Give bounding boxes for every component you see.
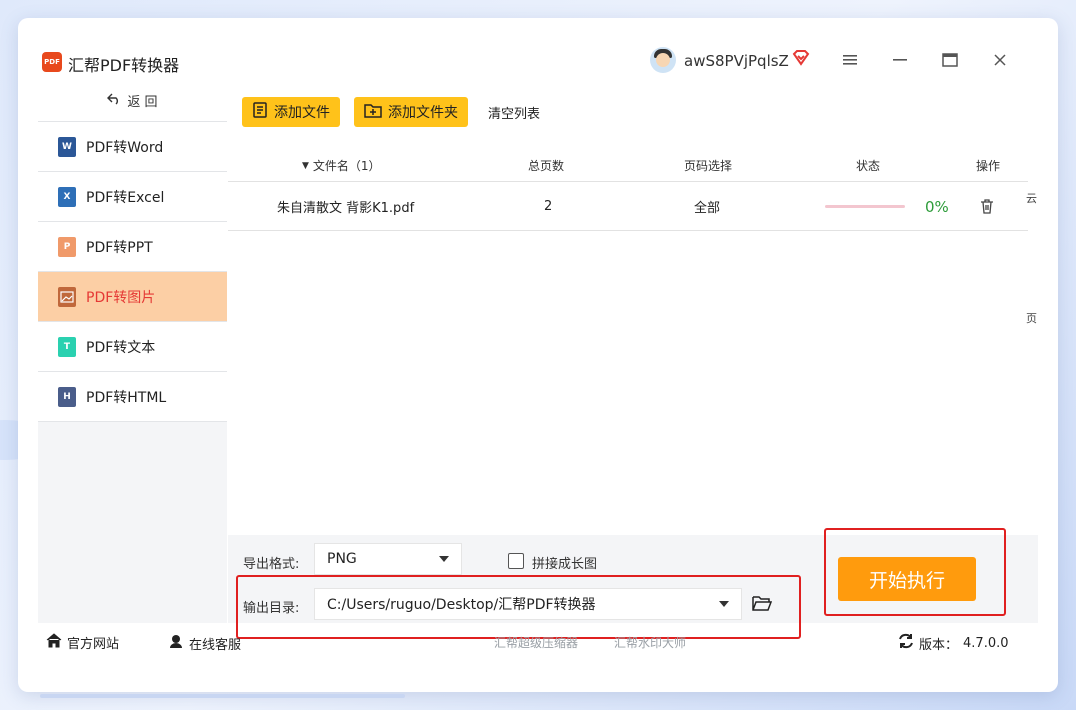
support-label: 在线客服 [189, 637, 242, 653]
back-label: 返 回 [127, 95, 158, 110]
sidebar-item-html[interactable]: H PDF转HTML [38, 372, 227, 422]
headset-icon [168, 633, 184, 653]
format-value: PNG [327, 551, 357, 567]
format-label: 导出格式: [243, 557, 300, 572]
app-window: PDF 汇帮PDF转换器 awS8PVjPqlsZ 返 回 W PDF转Word… [18, 18, 1058, 692]
home-icon [46, 633, 62, 652]
main-panel: 添加文件 添加文件夹 清空列表 ▼ 文件名（1） 总页数 页码选择 状态 操作 … [228, 80, 1038, 639]
header-action: 操作 [976, 159, 1001, 173]
username[interactable]: awS8PVjPqlsZ [684, 52, 789, 70]
website-label: 官方网站 [67, 637, 120, 652]
app-title: 汇帮PDF转换器 [68, 56, 180, 75]
row-pages: 2 [544, 199, 553, 214]
excel-icon: X [58, 186, 76, 207]
header-filename[interactable]: ▼ 文件名（1） [302, 150, 381, 181]
version-label: 版本： [919, 637, 959, 653]
support-link[interactable]: 在线客服 [168, 633, 241, 653]
version-info[interactable]: 版本： 4.7.0.0 [898, 633, 1009, 653]
header-page-select: 页码选择 [684, 159, 733, 173]
table-header: ▼ 文件名（1） 总页数 页码选择 状态 操作 [228, 150, 1028, 182]
table-row[interactable]: 朱自清散文 背影K1.pdf 2 全部 0% [228, 183, 1028, 231]
html-icon: H [58, 386, 76, 407]
format-select[interactable]: PNG [314, 543, 462, 575]
user-avatar[interactable] [650, 47, 676, 73]
word-icon: W [58, 136, 76, 157]
compressor-link[interactable]: 汇帮超级压缩器 [494, 634, 578, 651]
clear-list-button[interactable]: 清空列表 [482, 103, 540, 122]
delete-icon[interactable] [980, 183, 994, 230]
sidebar-item-label: PDF转文本 [86, 339, 156, 356]
refresh-icon [898, 633, 914, 653]
add-folder-button[interactable]: 添加文件夹 [354, 97, 468, 127]
maximize-icon[interactable] [936, 48, 964, 72]
sidebar-item-label: PDF转HTML [86, 389, 167, 406]
version-number: 4.7.0.0 [963, 635, 1009, 651]
sidebar-item-word[interactable]: W PDF转Word [38, 122, 227, 172]
horizontal-scrollbar[interactable] [40, 694, 405, 698]
add-folder-label: 添加文件夹 [388, 105, 458, 121]
close-icon[interactable] [986, 48, 1014, 72]
back-arrow-icon [107, 93, 121, 109]
add-file-button[interactable]: 添加文件 [242, 97, 340, 127]
sidebar-item-label: PDF转Word [86, 139, 164, 156]
add-file-label: 添加文件 [274, 105, 330, 121]
menu-icon[interactable] [836, 48, 864, 72]
sidebar-item-image[interactable]: PDF转图片 [38, 272, 227, 322]
toolbar: 添加文件 添加文件夹 清空列表 [242, 97, 540, 127]
row-progress [825, 183, 905, 230]
sidebar-item-text[interactable]: T PDF转文本 [38, 322, 227, 372]
header-status: 状态 [856, 159, 881, 173]
ppt-icon: P [58, 236, 76, 257]
sidebar: 返 回 W PDF转Word X PDF转Excel P PDF转PPT PDF… [38, 80, 227, 623]
vip-diamond-icon[interactable] [792, 50, 810, 70]
sidebar-item-label: PDF转Excel [86, 189, 165, 206]
sidebar-item-label: PDF转PPT [86, 239, 153, 256]
sidebar-item-label: PDF转图片 [86, 289, 156, 306]
row-page-select[interactable]: 全部 [694, 183, 720, 230]
progress-bar [825, 205, 905, 208]
merge-label: 拼接成长图 [532, 557, 598, 572]
text-icon: T [58, 336, 76, 357]
highlight-start-button [824, 528, 1006, 616]
add-file-icon [252, 102, 268, 122]
side-tab-bottom[interactable]: 页 [1026, 310, 1037, 326]
title-bar: PDF 汇帮PDF转换器 awS8PVjPqlsZ [18, 18, 1058, 80]
header-filename-label: 文件名（1） [312, 159, 381, 173]
chevron-down-icon [439, 556, 449, 562]
image-icon [58, 286, 76, 307]
merge-checkbox[interactable] [508, 553, 524, 569]
avatar-face [656, 53, 670, 67]
row-filename: 朱自清散文 背影K1.pdf [277, 201, 415, 216]
website-link[interactable]: 官方网站 [46, 633, 119, 652]
watermark-link[interactable]: 汇帮水印大师 [614, 634, 686, 651]
sort-down-icon: ▼ [302, 160, 309, 171]
minimize-icon[interactable] [886, 48, 914, 72]
sidebar-item-ppt[interactable]: P PDF转PPT [38, 222, 227, 272]
footer: 官方网站 在线客服 汇帮超级压缩器 汇帮水印大师 版本： 4.7.0.0 [38, 623, 1038, 663]
header-pages: 总页数 [528, 159, 565, 173]
app-logo-icon: PDF [42, 52, 62, 72]
sidebar-item-excel[interactable]: X PDF转Excel [38, 172, 227, 222]
side-tab-top[interactable]: 云 [1026, 190, 1037, 206]
row-percent: 0% [925, 197, 949, 216]
add-folder-icon [364, 102, 382, 122]
back-button[interactable]: 返 回 [38, 80, 227, 122]
